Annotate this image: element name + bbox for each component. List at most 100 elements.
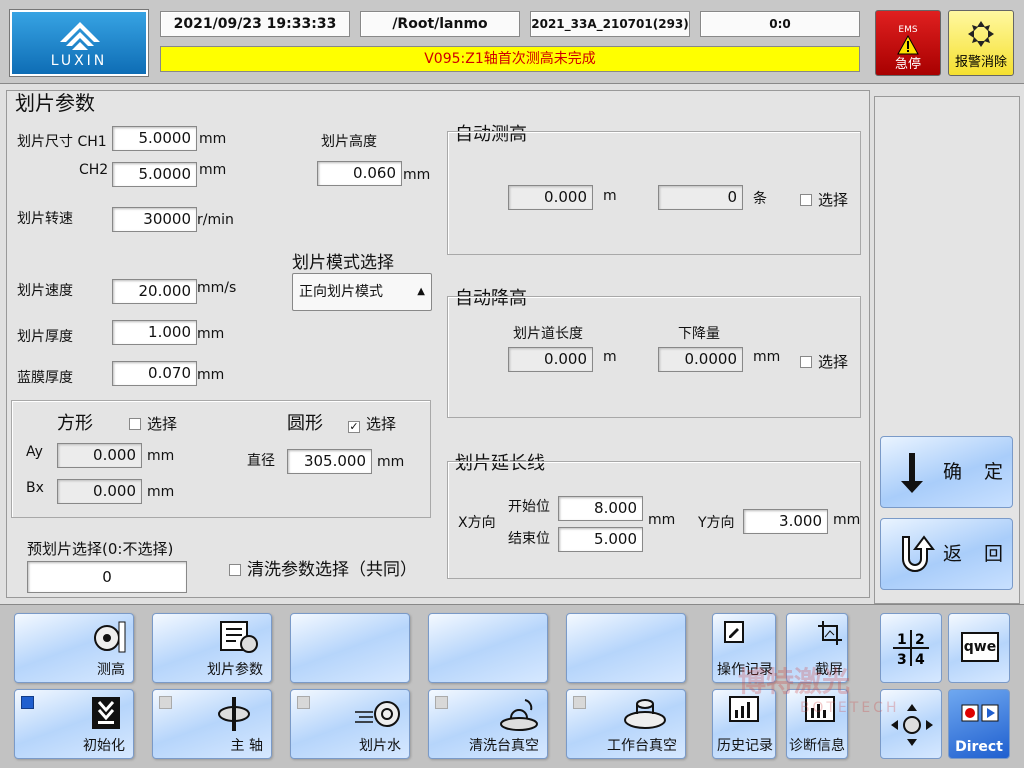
main-panel: 划片参数 划片尺寸 CH1 5.0000 mm CH2 5.0000 mm 划片… — [6, 90, 870, 598]
alarm-clear-button[interactable]: 报警消除 — [948, 10, 1014, 76]
dicing-params-button[interactable]: 划片参数 — [152, 613, 272, 683]
alarm-message: V095:Z1轴首次测高未完成 — [160, 46, 860, 72]
thickness-input[interactable]: 1.000 — [112, 320, 197, 345]
diagnosis-button[interactable]: 诊断信息 — [786, 689, 848, 759]
ems-label: 急停 — [894, 57, 921, 72]
direct-button[interactable]: Direct — [948, 689, 1010, 759]
jog-button[interactable] — [880, 689, 942, 759]
circle-checkbox-box[interactable]: ✓ — [348, 421, 360, 433]
measure-label: 测高 — [97, 662, 125, 678]
dicing-water-label: 划片水 — [359, 738, 401, 754]
numpad-button[interactable]: 1234 — [880, 613, 942, 683]
svg-text:1: 1 — [897, 632, 907, 648]
y-input[interactable]: 3.000 — [743, 509, 828, 534]
crop-icon — [818, 621, 842, 645]
init-button[interactable]: 初始化 — [14, 689, 134, 759]
y-unit: mm — [833, 512, 861, 528]
auto-lower-checkbox[interactable]: 选择 — [800, 351, 848, 372]
clean-table-icon — [500, 699, 538, 731]
back-button[interactable]: 返 回 — [880, 518, 1013, 590]
ch2-input[interactable]: 5.0000 — [112, 162, 197, 187]
table-vacuum-label: 工作台真空 — [607, 738, 677, 754]
dicing-water-button[interactable]: 划片水 — [290, 689, 410, 759]
circle-checkbox[interactable]: ✓ 选择 — [348, 413, 396, 434]
emergency-stop-button[interactable]: EMS 急停 — [875, 10, 941, 76]
empty-button-3[interactable] — [566, 613, 686, 683]
params-sheet-icon — [220, 621, 258, 653]
auto-measure-value1[interactable]: 0.000 — [508, 185, 593, 210]
end-label: 结束位 — [508, 531, 550, 547]
tape-input[interactable]: 0.070 — [112, 361, 197, 386]
ch1-unit: mm — [199, 131, 227, 147]
screenshot-button[interactable]: 截屏 — [786, 613, 848, 683]
top-bar: LUXIN 2021/09/23 19:33:33 /Root/lanmo 20… — [0, 0, 1024, 84]
keyboard-button[interactable]: qwe — [948, 613, 1010, 683]
auto-measure-unit1: m — [603, 188, 617, 204]
end-input[interactable]: 5.000 — [558, 527, 643, 552]
bottom-toolbar: 测高 划片参数 操作记录 截屏 初始化 主 轴 划片水 清洗台真空 工作台真空 — [0, 604, 1024, 768]
luxin-logo: LUXIN — [9, 9, 149, 77]
auto-measure-check-label: 选择 — [818, 191, 849, 209]
height-unit: mm — [403, 167, 431, 183]
speed-input[interactable]: 20.000 — [112, 279, 197, 304]
clean-vacuum-button[interactable]: 清洗台真空 — [428, 689, 548, 759]
measure-button[interactable]: 测高 — [14, 613, 134, 683]
circle-check-label: 选择 — [366, 415, 397, 433]
y-direction-label: Y方向 — [698, 515, 735, 531]
auto-measure-checkbox[interactable]: 选择 — [800, 189, 848, 210]
spindle-label: 划片转速 — [17, 211, 73, 227]
counter-display: 0:0 — [700, 11, 860, 37]
clean-checkbox-box[interactable] — [229, 564, 241, 576]
square-checkbox-box[interactable] — [129, 418, 141, 430]
auto-measure-unit2: 条 — [753, 191, 767, 207]
jog-direction-icon — [891, 704, 933, 746]
height-input[interactable]: 0.060 — [317, 161, 402, 186]
ay-input[interactable]: 0.000 — [57, 443, 142, 468]
empty-button-1[interactable] — [290, 613, 410, 683]
pre-dice-input[interactable]: 0 — [27, 561, 187, 593]
start-input[interactable]: 8.000 — [558, 496, 643, 521]
spindle-button-label: 主 轴 — [230, 738, 263, 754]
history-chart-icon — [729, 696, 759, 722]
empty-button-2[interactable] — [428, 613, 548, 683]
mode-label: 划片模式选择 — [292, 253, 394, 273]
drop-unit: mm — [753, 349, 781, 365]
drop-input[interactable]: 0.0000 — [658, 347, 743, 372]
diagnosis-label: 诊断信息 — [789, 738, 845, 754]
svg-text:4: 4 — [915, 652, 925, 668]
back-label: 返 回 — [943, 543, 1012, 565]
pre-dice-label: 预划片选择(0:不选择) — [27, 540, 174, 558]
auto-measure-value2[interactable]: 0 — [658, 185, 743, 210]
confirm-button[interactable]: 确 定 — [880, 436, 1013, 508]
ay-label: Ay — [26, 444, 43, 460]
spindle-input[interactable]: 30000 — [112, 207, 197, 232]
ay-unit: mm — [147, 448, 175, 464]
history-button[interactable]: 历史记录 — [712, 689, 776, 759]
spindle-button[interactable]: 主 轴 — [152, 689, 272, 759]
auto-measure-checkbox-box[interactable] — [800, 194, 812, 206]
init-status-led — [21, 696, 34, 709]
mode-select[interactable]: 正向划片模式 ▲ — [292, 273, 432, 311]
speed-unit: mm/s — [197, 280, 237, 296]
square-checkbox[interactable]: 选择 — [129, 413, 177, 434]
home-axis-icon — [92, 697, 120, 729]
ch2-label: CH2 — [79, 162, 109, 178]
circle-title: 圆形 — [287, 413, 323, 434]
diameter-input[interactable]: 305.000 — [287, 449, 372, 474]
auto-lower-checkbox-box[interactable] — [800, 356, 812, 368]
len-label: 划片道长度 — [513, 326, 583, 342]
table-vacuum-button[interactable]: 工作台真空 — [566, 689, 686, 759]
logo-text: LUXIN — [50, 53, 108, 69]
speed-label: 划片速度 — [17, 283, 73, 299]
dicing-params-label: 划片参数 — [207, 662, 263, 678]
square-check-label: 选择 — [147, 415, 178, 433]
svg-text:3: 3 — [897, 652, 907, 668]
thickness-unit: mm — [197, 326, 225, 342]
section-title: 划片参数 — [15, 91, 95, 115]
ch1-input[interactable]: 5.0000 — [112, 126, 197, 151]
op-log-button[interactable]: 操作记录 — [712, 613, 776, 683]
len-input[interactable]: 0.000 — [508, 347, 593, 372]
clean-params-checkbox[interactable]: 清洗参数选择（共同） — [229, 555, 417, 580]
bx-input[interactable]: 0.000 — [57, 479, 142, 504]
clean-vacuum-led — [435, 696, 448, 709]
